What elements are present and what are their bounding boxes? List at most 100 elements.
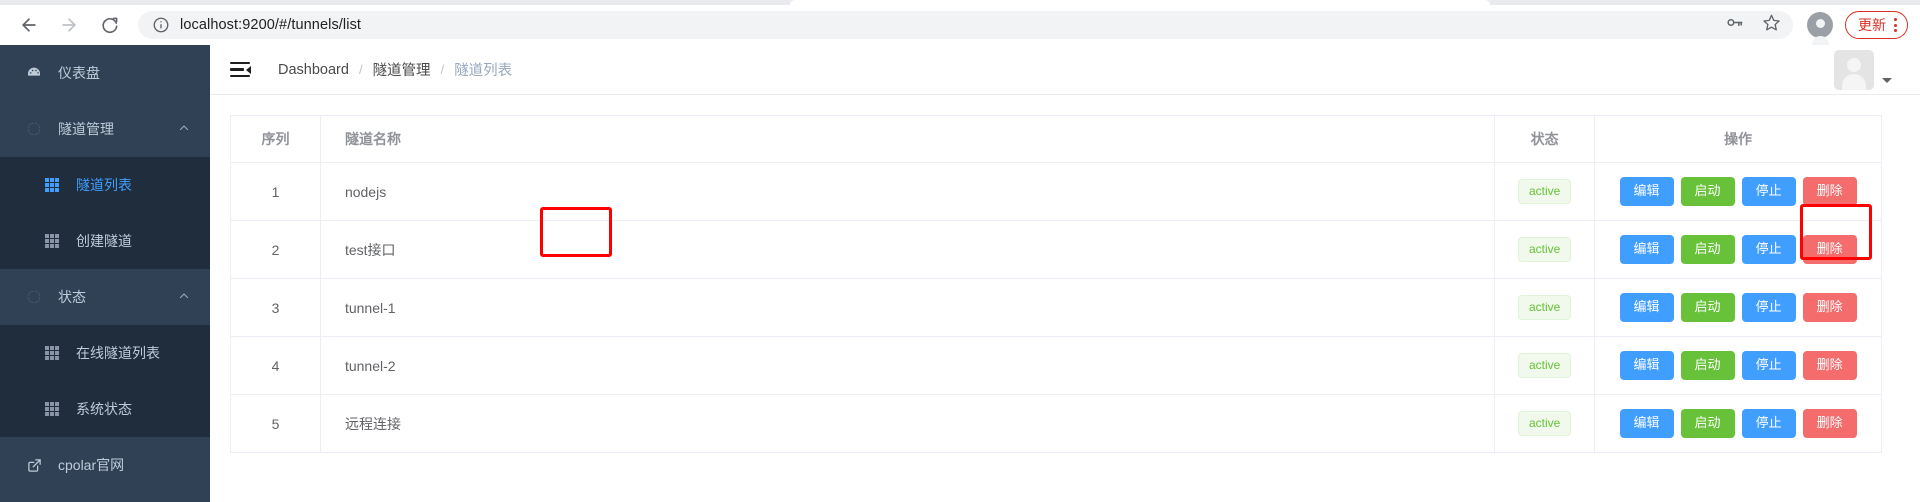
sidebar-item-system-status[interactable]: 系统状态 <box>0 381 210 437</box>
cell-actions: 编辑 启动 停止 删除 <box>1594 278 1882 337</box>
action-button-3[interactable]: 删除 <box>1802 177 1857 206</box>
grid-icon <box>42 402 62 416</box>
app-root: 仪表盘 隧道管理 隧道列表 创建隧道 状态 在线隧道列表 系统状态 cpolar… <box>0 45 1920 502</box>
action-button-2[interactable]: 停止 <box>1741 293 1796 322</box>
action-button-2[interactable]: 停止 <box>1741 409 1796 438</box>
action-button-1[interactable]: 启动 <box>1680 351 1735 380</box>
cell-seq: 5 <box>230 394 321 453</box>
status-badge: active <box>1517 295 1572 320</box>
table-row: 2 test接口 active 编辑 启动 停止 删除 <box>230 220 1882 279</box>
action-button-3[interactable]: 删除 <box>1802 351 1857 380</box>
grid-icon <box>42 178 62 192</box>
profile-avatar-icon[interactable] <box>1807 12 1833 45</box>
user-avatar-icon[interactable] <box>1834 50 1874 90</box>
cell-actions: 编辑 启动 停止 删除 <box>1594 162 1882 221</box>
action-button-2[interactable]: 停止 <box>1741 177 1796 206</box>
update-button-label: 更新 <box>1858 17 1886 33</box>
star-icon[interactable] <box>1762 13 1781 37</box>
sidebar-item-online-tunnel-list[interactable]: 在线隧道列表 <box>0 325 210 381</box>
action-button-0[interactable]: 编辑 <box>1619 235 1674 264</box>
cell-seq: 1 <box>230 162 321 221</box>
sidebar-item-label: 系统状态 <box>76 401 132 417</box>
kebab-menu-icon[interactable] <box>1894 18 1897 32</box>
cell-status: active <box>1494 162 1596 221</box>
column-header-ops: 操作 <box>1594 115 1882 163</box>
column-header-seq: 序列 <box>230 115 321 163</box>
update-button[interactable]: 更新 <box>1845 11 1908 39</box>
breadcrumb-item-dashboard[interactable]: Dashboard <box>278 62 349 78</box>
forward-arrow-icon[interactable] <box>52 8 86 42</box>
action-button-1[interactable]: 启动 <box>1680 293 1735 322</box>
back-arrow-icon[interactable] <box>12 8 46 42</box>
status-badge: active <box>1517 411 1572 436</box>
reload-icon[interactable] <box>92 8 126 42</box>
table-body: 1 nodejs active 编辑 启动 停止 删除 2 test接口 active 编辑 启动 停止… <box>230 162 1882 453</box>
cell-status: active <box>1494 336 1596 395</box>
sidebar-item-cpolar-website[interactable]: cpolar官网 <box>0 437 210 493</box>
sidebar-item-label: 隧道列表 <box>76 177 132 193</box>
action-button-2[interactable]: 停止 <box>1741 235 1796 264</box>
grid-icon <box>42 234 62 248</box>
action-button-0[interactable]: 编辑 <box>1619 177 1674 206</box>
action-button-3[interactable]: 删除 <box>1802 293 1857 322</box>
table-row: 3 tunnel-1 active 编辑 启动 停止 删除 <box>230 278 1882 337</box>
breadcrumb-separator: / <box>440 62 445 77</box>
action-button-1[interactable]: 启动 <box>1680 409 1735 438</box>
action-button-0[interactable]: 编辑 <box>1619 409 1674 438</box>
chevron-up-icon <box>178 289 190 305</box>
sidebar-item-tunnel-list[interactable]: 隧道列表 <box>0 157 210 213</box>
sidebar-item-label: 在线隧道列表 <box>76 345 160 361</box>
info-circle-icon[interactable] <box>152 16 170 34</box>
sidebar-group-label: 隧道管理 <box>58 121 114 137</box>
action-button-2[interactable]: 停止 <box>1741 351 1796 380</box>
chevron-up-icon <box>178 121 190 137</box>
cell-seq: 4 <box>230 336 321 395</box>
sidebar-item-label: 仪表盘 <box>58 65 100 81</box>
cell-seq: 3 <box>230 278 321 337</box>
sidebar-item-dashboard[interactable]: 仪表盘 <box>0 45 210 101</box>
status-badge: active <box>1517 353 1572 378</box>
top-navbar: Dashboard / 隧道管理 / 隧道列表 <box>210 45 1920 95</box>
browser-toolbar: localhost:9200/#/tunnels/list 更新 <box>0 5 1920 45</box>
sidebar-group-tunnel-management[interactable]: 隧道管理 <box>0 101 210 157</box>
dashboard-gauge-icon <box>22 65 46 81</box>
breadcrumb-item-tunnel-management[interactable]: 隧道管理 <box>373 59 431 80</box>
cell-tunnel-name: test接口 <box>320 220 1496 279</box>
action-button-0[interactable]: 编辑 <box>1619 351 1674 380</box>
sidebar: 仪表盘 隧道管理 隧道列表 创建隧道 状态 在线隧道列表 系统状态 cpolar… <box>0 45 210 502</box>
cell-status: active <box>1494 394 1596 453</box>
table-row: 1 nodejs active 编辑 启动 停止 删除 <box>230 162 1882 221</box>
sidebar-item-create-tunnel[interactable]: 创建隧道 <box>0 213 210 269</box>
cell-actions: 编辑 启动 停止 删除 <box>1594 220 1882 279</box>
content-area: 序列 隧道名称 状态 操作 1 nodejs active 编辑 启动 停止 删除 2 test… <box>210 95 1920 473</box>
action-button-1[interactable]: 启动 <box>1680 177 1735 206</box>
sidebar-submenu-status: 在线隧道列表 系统状态 <box>0 325 210 437</box>
status-circle-icon <box>22 289 46 305</box>
breadcrumb-separator: / <box>358 62 363 77</box>
table-row: 4 tunnel-2 active 编辑 启动 停止 删除 <box>230 336 1882 395</box>
cell-status: active <box>1494 220 1596 279</box>
cell-tunnel-name: tunnel-1 <box>320 278 1496 337</box>
action-button-3[interactable]: 删除 <box>1802 235 1857 264</box>
cell-tunnel-name: tunnel-2 <box>320 336 1496 395</box>
browser-chrome: localhost:9200/#/tunnels/list 更新 <box>0 0 1920 45</box>
table-header-row: 序列 隧道名称 状态 操作 <box>230 115 1882 163</box>
cell-status: active <box>1494 278 1596 337</box>
sidebar-group-label: 状态 <box>58 289 86 305</box>
hamburger-collapse-icon[interactable] <box>230 61 251 78</box>
action-button-1[interactable]: 启动 <box>1680 235 1735 264</box>
table-row: 5 远程连接 active 编辑 启动 停止 删除 <box>230 394 1882 453</box>
breadcrumb: Dashboard / 隧道管理 / 隧道列表 <box>278 59 512 80</box>
status-badge: active <box>1517 237 1572 262</box>
breadcrumb-item-tunnel-list: 隧道列表 <box>454 63 513 79</box>
action-button-0[interactable]: 编辑 <box>1619 293 1674 322</box>
cell-actions: 编辑 启动 停止 删除 <box>1594 336 1882 395</box>
caret-down-icon[interactable] <box>1882 77 1892 83</box>
navbar-right-actions <box>1834 45 1892 95</box>
url-input[interactable]: localhost:9200/#/tunnels/list <box>180 17 361 33</box>
sidebar-group-status[interactable]: 状态 <box>0 269 210 325</box>
external-link-icon <box>22 458 46 473</box>
action-button-3[interactable]: 删除 <box>1802 409 1857 438</box>
key-icon[interactable] <box>1725 13 1744 37</box>
address-bar[interactable]: localhost:9200/#/tunnels/list <box>138 11 1793 39</box>
